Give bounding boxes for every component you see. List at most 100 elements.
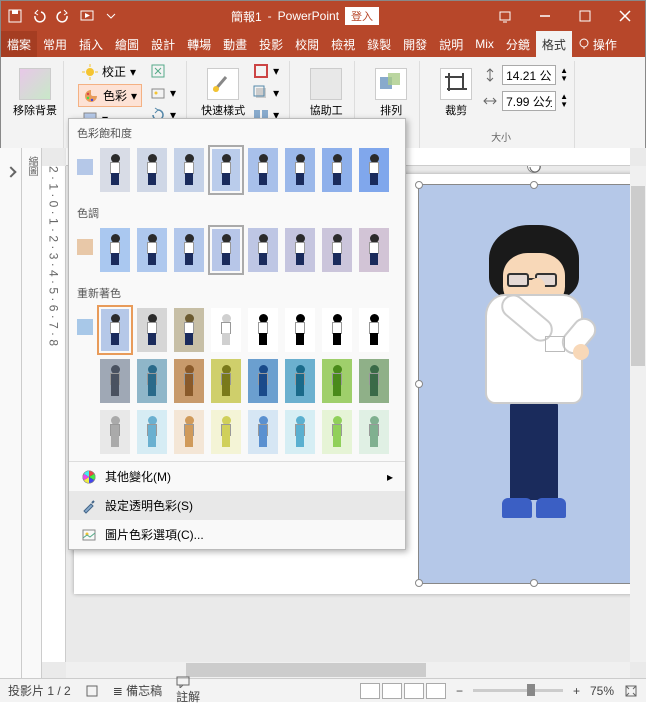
recolor-thumb[interactable] — [356, 305, 392, 355]
recolor-thumb[interactable] — [171, 407, 207, 457]
rotate-handle[interactable] — [527, 166, 541, 173]
recolor-thumb[interactable] — [208, 305, 244, 355]
compress-button[interactable] — [146, 61, 180, 81]
tone-thumb[interactable] — [171, 225, 207, 275]
tab-format[interactable]: 格式 — [536, 31, 572, 57]
picture-border-button[interactable]: ▾ — [249, 61, 283, 81]
recolor-thumb[interactable] — [245, 305, 281, 355]
width-input[interactable] — [502, 91, 556, 111]
slide-counter[interactable]: 投影片 1 / 2 — [8, 682, 71, 699]
recolor-thumb[interactable] — [356, 407, 392, 457]
saturation-thumb[interactable] — [208, 145, 244, 195]
tab-file[interactable]: 檔案 — [1, 31, 37, 57]
qat-more-icon[interactable] — [103, 8, 119, 24]
saturation-thumb[interactable] — [319, 145, 355, 195]
tone-thumb[interactable] — [356, 225, 392, 275]
arrange-button[interactable]: 排列 — [369, 61, 413, 125]
resize-handle-sw[interactable] — [415, 579, 423, 587]
redo-icon[interactable] — [55, 8, 71, 24]
tab-draw[interactable]: 繪圖 — [109, 31, 145, 57]
remove-background-button[interactable]: 移除背景 — [13, 61, 57, 125]
zoom-slider-thumb[interactable] — [527, 684, 535, 696]
crop-button[interactable]: 裁剪 — [434, 61, 478, 125]
recolor-thumb[interactable] — [245, 356, 281, 406]
slideshow-view-button[interactable] — [426, 683, 446, 699]
saturation-thumb[interactable] — [282, 145, 318, 195]
height-input[interactable] — [502, 65, 556, 85]
tab-recording[interactable]: 錄製 — [361, 31, 397, 57]
scrollbar-thumb[interactable] — [631, 186, 645, 366]
zoom-level[interactable]: 75% — [590, 684, 614, 698]
signin-button[interactable]: 登入 — [345, 7, 379, 25]
recolor-thumb[interactable] — [282, 356, 318, 406]
recolor-thumb[interactable] — [245, 407, 281, 457]
recolor-thumb[interactable] — [97, 356, 133, 406]
tone-thumb[interactable] — [319, 225, 355, 275]
tab-storyboard[interactable]: 分鏡 — [500, 31, 536, 57]
recolor-thumb[interactable] — [171, 305, 207, 355]
tab-review[interactable]: 校閱 — [289, 31, 325, 57]
zoom-out-button[interactable]: − — [456, 684, 463, 698]
normal-view-button[interactable] — [360, 683, 380, 699]
saturation-thumb[interactable] — [356, 145, 392, 195]
resize-handle-w[interactable] — [415, 380, 423, 388]
tab-developer[interactable]: 開發 — [397, 31, 433, 57]
color-button[interactable]: 色彩▾ — [78, 84, 142, 107]
color-options-item[interactable]: 圖片色彩選項(C)... — [69, 520, 405, 549]
save-icon[interactable] — [7, 8, 23, 24]
saturation-thumb[interactable] — [171, 145, 207, 195]
tab-design[interactable]: 設計 — [145, 31, 181, 57]
tab-view[interactable]: 檢視 — [325, 31, 361, 57]
zoom-in-button[interactable]: + — [573, 684, 580, 698]
tab-transitions[interactable]: 轉場 — [181, 31, 217, 57]
recolor-thumb[interactable] — [319, 305, 355, 355]
set-transparent-item[interactable]: 設定透明色彩(S) — [69, 491, 405, 520]
spinner-icon[interactable]: ▲▼ — [560, 67, 568, 83]
saturation-thumb[interactable] — [134, 145, 170, 195]
recolor-thumb[interactable] — [208, 356, 244, 406]
close-icon[interactable] — [605, 1, 645, 31]
tone-thumb[interactable] — [208, 225, 244, 275]
accessibility-button[interactable]: 協助工 — [304, 61, 348, 125]
thumbnail-panel[interactable] — [0, 148, 22, 678]
spinner-icon[interactable]: ▲▼ — [560, 93, 568, 109]
scrollbar-vertical[interactable] — [630, 166, 646, 662]
recolor-thumb[interactable] — [282, 407, 318, 457]
start-slideshow-icon[interactable] — [79, 8, 95, 24]
quick-styles-button[interactable]: 快速樣式 — [201, 61, 245, 125]
resize-handle-nw[interactable] — [415, 181, 423, 189]
tone-thumb[interactable] — [97, 225, 133, 275]
more-variations-item[interactable]: 其他變化(M) ▸ — [69, 462, 405, 491]
spellcheck-icon[interactable] — [85, 684, 99, 698]
tone-thumb[interactable] — [134, 225, 170, 275]
saturation-thumb[interactable] — [245, 145, 281, 195]
reading-view-button[interactable] — [404, 683, 424, 699]
maximize-icon[interactable] — [565, 1, 605, 31]
recolor-thumb[interactable] — [134, 356, 170, 406]
tab-help[interactable]: 說明 — [433, 31, 469, 57]
tone-thumb[interactable] — [282, 225, 318, 275]
corrections-button[interactable]: 校正▾ — [78, 61, 142, 82]
notes-button[interactable]: ≣ 備忘稿 — [113, 682, 162, 699]
recolor-thumb[interactable] — [319, 356, 355, 406]
sorter-view-button[interactable] — [382, 683, 402, 699]
selected-picture[interactable] — [418, 184, 630, 584]
recolor-thumb[interactable] — [356, 356, 392, 406]
recolor-thumb[interactable] — [134, 407, 170, 457]
minimize-icon[interactable] — [525, 1, 565, 31]
recolor-thumb[interactable] — [97, 407, 133, 457]
recolor-thumb[interactable] — [134, 305, 170, 355]
scrollbar-horizontal[interactable] — [66, 662, 630, 678]
comments-button[interactable]: 註解 — [176, 676, 200, 705]
recolor-thumb[interactable] — [282, 305, 318, 355]
scrollbar-thumb[interactable] — [186, 663, 426, 677]
recolor-thumb[interactable] — [171, 356, 207, 406]
undo-icon[interactable] — [31, 8, 47, 24]
tab-home[interactable]: 常用 — [37, 31, 73, 57]
ribbon-display-icon[interactable] — [485, 1, 525, 31]
tab-animations[interactable]: 動畫 — [217, 31, 253, 57]
recolor-thumb[interactable] — [97, 305, 133, 355]
tab-insert[interactable]: 插入 — [73, 31, 109, 57]
tone-thumb[interactable] — [245, 225, 281, 275]
resize-handle-n[interactable] — [530, 181, 538, 189]
